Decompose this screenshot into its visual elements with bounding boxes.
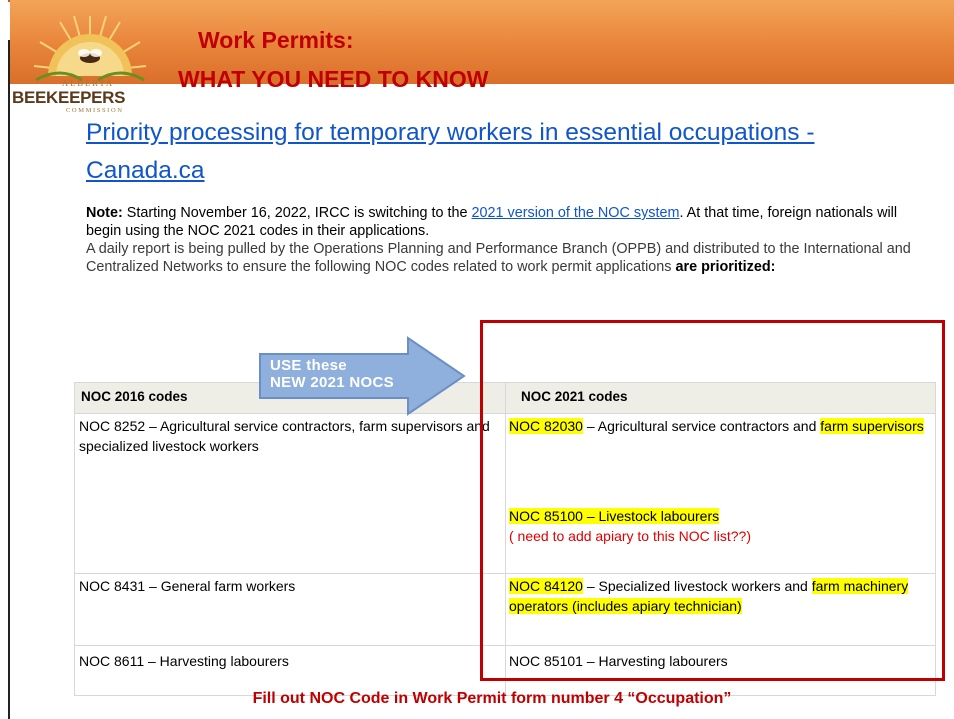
note-text-1: Starting November 16, 2022, IRCC is swit… — [122, 205, 472, 221]
logo-beekeepers-text: BEEKEEPERS — [12, 88, 126, 107]
beekeepers-logo: ALBERTA BEEKEEPERS COMMISSION — [10, 10, 168, 114]
note-paragraph: Note: Starting November 16, 2022, IRCC i… — [86, 204, 926, 276]
logo-commission-text: COMMISSION — [66, 107, 124, 114]
header-noc-2016: NOC 2016 codes — [81, 389, 188, 404]
table-cell-2016-row3: NOC 8611 – Harvesting labourers — [79, 653, 289, 669]
table-cell-2016-row2: NOC 8431 – General farm workers — [79, 578, 296, 594]
note-label: Note: — [86, 205, 123, 221]
left-rule — [8, 40, 10, 719]
page-title-line2: WHAT YOU NEED TO KNOW — [178, 66, 489, 92]
logo-alberta-text: ALBERTA — [62, 78, 115, 88]
footer-text: Fill out NOC Code in Work Permit form nu… — [252, 690, 732, 707]
note-bold-end: are prioritized: — [675, 259, 776, 275]
table-cell-2016-row1: NOC 8252 – Agricultural service contract… — [79, 418, 490, 454]
highlight-box — [480, 320, 945, 681]
arrow-label: USE these NEW 2021 NOCS — [270, 357, 394, 391]
footer-instruction: Fill out NOC Code in Work Permit form nu… — [0, 690, 954, 708]
noc-2021-link[interactable]: 2021 version of the NOC system — [472, 205, 680, 221]
note-text-3: A daily report is being pulled by the Op… — [86, 241, 911, 275]
priority-processing-link[interactable]: Priority processing for temporary worker… — [86, 114, 846, 190]
page-title-line1: Work Permits: — [198, 27, 354, 53]
sun-bee-icon — [33, 15, 147, 82]
